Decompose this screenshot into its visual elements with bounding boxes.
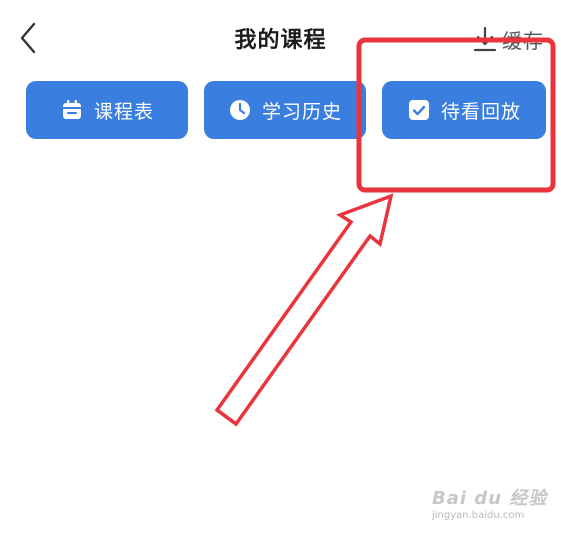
cache-button[interactable]: 缓存 xyxy=(472,22,544,56)
schedule-label: 课程表 xyxy=(93,100,154,123)
top-bar: 我的课程 缓存 xyxy=(0,0,561,76)
watermark-url: jingyan.baidu.com xyxy=(432,510,525,521)
download-icon xyxy=(473,26,497,52)
pending-replay-label: 待看回放 xyxy=(440,100,521,123)
study-history-label: 学习历史 xyxy=(261,100,342,123)
annotation-arrow xyxy=(214,193,394,427)
study-history-button[interactable]: 学习历史 xyxy=(204,81,366,139)
schedule-button[interactable]: 课程表 xyxy=(26,81,188,139)
watermark: Bai du 经验 jingyan.baidu.com xyxy=(432,484,552,532)
cache-label: 缓存 xyxy=(502,28,544,53)
pending-replay-button[interactable]: 待看回放 xyxy=(382,81,546,139)
clock-icon xyxy=(228,98,252,122)
watermark-logo: Bai du 经验 xyxy=(432,488,548,509)
calendar-icon xyxy=(60,98,84,122)
checkbox-icon xyxy=(407,98,431,122)
